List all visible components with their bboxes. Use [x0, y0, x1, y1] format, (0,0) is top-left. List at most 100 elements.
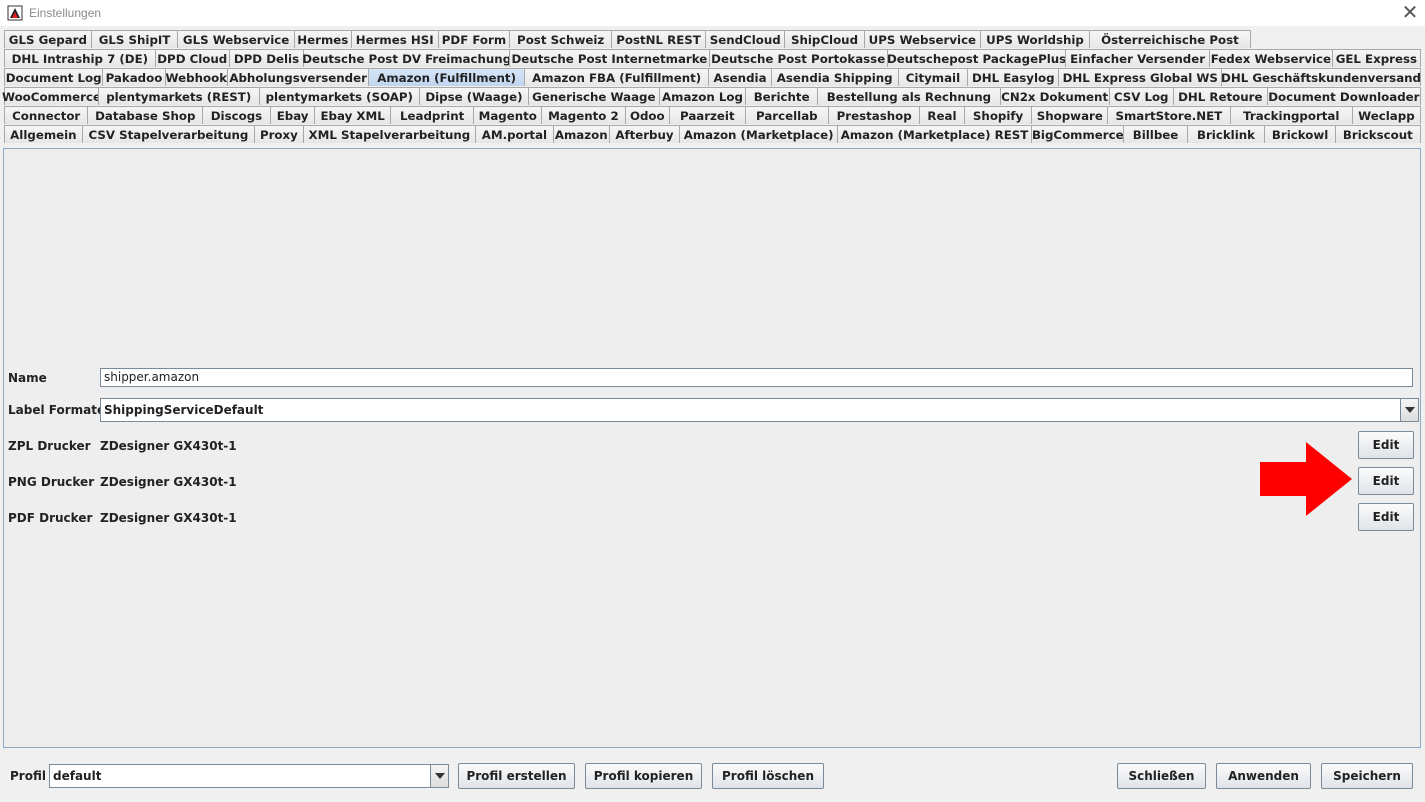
tab-deutsche-post-internetmarke[interactable]: Deutsche Post Internetmarke	[509, 49, 710, 67]
tab-gls-gepard[interactable]: GLS Gepard	[4, 30, 92, 48]
tab-ups-worldship[interactable]: UPS Worldship	[980, 30, 1090, 48]
label-format-select[interactable]: ShippingServiceDefault	[100, 398, 1419, 422]
tab-magento-2[interactable]: Magento 2	[541, 106, 626, 124]
tab-dpd-delis[interactable]: DPD Delis	[228, 49, 305, 67]
name-field[interactable]: shipper.amazon	[100, 368, 1413, 387]
tab-abholungsversender[interactable]: Abholungsversender	[226, 68, 370, 86]
tab-deutsche-post-dv-freimachung[interactable]: Deutsche Post DV Freimachung	[302, 49, 511, 67]
tab-ups-webservice[interactable]: UPS Webservice	[863, 30, 982, 48]
apply-button[interactable]: Anwenden	[1216, 763, 1311, 789]
tab-ebay-xml[interactable]: Ebay XML	[314, 106, 391, 124]
tab-dhl-intraship-7-de[interactable]: DHL Intraship 7 (DE)	[4, 49, 156, 67]
tab-citymail[interactable]: Citymail	[897, 68, 969, 86]
tab-shopify[interactable]: Shopify	[963, 106, 1033, 124]
tab-sendcloud[interactable]: SendCloud	[705, 30, 786, 48]
tab-amazon[interactable]: Amazon	[552, 125, 610, 143]
profil-copy-button[interactable]: Profil kopieren	[585, 763, 702, 789]
tab-amazon-marketplace-rest[interactable]: Amazon (Marketplace) REST	[836, 125, 1033, 143]
tab-brickscout[interactable]: Brickscout	[1334, 125, 1421, 143]
tab-plentymarkets-soap[interactable]: plentymarkets (SOAP)	[258, 87, 421, 105]
tab-berichte[interactable]: Berichte	[745, 87, 818, 105]
tab-dipse-waage[interactable]: Dipse (Waage)	[419, 87, 529, 105]
tab-strip: GLS Gepard GLS ShipIT GLS Webservice Hermes…	[0, 30, 1425, 144]
tab-database-shop[interactable]: Database Shop	[87, 106, 204, 124]
tab-prestashop[interactable]: Prestashop	[828, 106, 921, 124]
tab-csv-log[interactable]: CSV Log	[1108, 87, 1174, 105]
tab-hermes-hsi[interactable]: Hermes HSI	[350, 30, 439, 48]
zpl-edit-button[interactable]: Edit	[1358, 431, 1414, 459]
tab-gel-express[interactable]: GEL Express	[1331, 49, 1421, 67]
tab-einfacher-versender[interactable]: Einfacher Versender	[1065, 49, 1210, 67]
profil-select[interactable]: default	[49, 764, 449, 788]
chevron-down-icon[interactable]	[430, 765, 448, 787]
close-icon[interactable]: ✕	[1399, 2, 1421, 24]
tab-smartstore-net[interactable]: SmartStore.NET	[1107, 106, 1231, 124]
tab-amazon-fulfillment[interactable]: Amazon (Fulfillment)	[368, 68, 525, 86]
tab-weclapp[interactable]: Weclapp	[1352, 106, 1421, 124]
tab-cn2x-dokument[interactable]: CN2x Dokument	[999, 87, 1110, 105]
tab-shipcloud[interactable]: ShipCloud	[784, 30, 865, 48]
tab-bigcommerce[interactable]: BigCommerce	[1031, 125, 1125, 143]
tab-pdf-form[interactable]: PDF Form	[437, 30, 511, 48]
tab-connector[interactable]: Connector	[4, 106, 89, 124]
tab-document-log[interactable]: Document Log	[4, 68, 104, 86]
chevron-down-icon[interactable]	[1400, 399, 1418, 421]
tab-asendia[interactable]: Asendia	[708, 68, 772, 86]
tab-am-portal[interactable]: AM.portal	[475, 125, 554, 143]
tab-dhl-retoure[interactable]: DHL Retoure	[1172, 87, 1268, 105]
zpl-printer-label: ZPL Drucker	[8, 439, 91, 453]
tab-pakadoo[interactable]: Pakadoo	[102, 68, 166, 86]
tab-fedex-webservice[interactable]: Fedex Webservice	[1208, 49, 1333, 67]
tab-generische-waage[interactable]: Generische Waage	[527, 87, 660, 105]
tab-xml-stapelverarbeitung[interactable]: XML Stapelverarbeitung	[302, 125, 477, 143]
pdf-edit-button[interactable]: Edit	[1358, 503, 1414, 531]
tab-ebay[interactable]: Ebay	[269, 106, 316, 124]
tab-deutsche-post-portokasse[interactable]: Deutsche Post Portokasse	[708, 49, 888, 67]
tab-hermes[interactable]: Hermes	[293, 30, 352, 48]
tab-parcellab[interactable]: Parcellab	[744, 106, 830, 124]
tab-amazon-log[interactable]: Amazon Log	[658, 87, 747, 105]
tab-discogs[interactable]: Discogs	[202, 106, 271, 124]
tab-proxy[interactable]: Proxy	[254, 125, 304, 143]
tab-asendia-shipping[interactable]: Asendia Shipping	[770, 68, 899, 86]
tab-deutschepost-packageplus[interactable]: Deutschepost PackagePlus	[886, 49, 1067, 67]
tab-billbee[interactable]: Billbee	[1123, 125, 1188, 143]
tab-brickowl[interactable]: Brickowl	[1264, 125, 1336, 143]
tab-post-schweiz[interactable]: Post Schweiz	[509, 30, 612, 48]
tab-amazon-marketplace[interactable]: Amazon (Marketplace)	[679, 125, 838, 143]
tab-bestellung-als-rechnung[interactable]: Bestellung als Rechnung	[817, 87, 1001, 105]
tab-dpd-cloud[interactable]: DPD Cloud	[154, 49, 230, 67]
tab-dhl-express-global-ws[interactable]: DHL Express Global WS	[1058, 68, 1223, 86]
profil-delete-button[interactable]: Profil löschen	[712, 763, 824, 789]
profil-label: Profil	[10, 769, 46, 783]
close-button[interactable]: Schließen	[1117, 763, 1206, 789]
tab-shopware[interactable]: Shopware	[1031, 106, 1109, 124]
tab-trackingportal[interactable]: Trackingportal	[1229, 106, 1354, 124]
tab-odoo[interactable]: Odoo	[624, 106, 670, 124]
tab-plentymarkets-rest[interactable]: plentymarkets (REST)	[97, 87, 260, 105]
tab-allgemein[interactable]: Allgemein	[4, 125, 83, 143]
tab-amazon-fba-fulfillment[interactable]: Amazon FBA (Fulfillment)	[523, 68, 710, 86]
tab-postnl-rest[interactable]: PostNL REST	[610, 30, 707, 48]
tab-csv-stapelverarbeitung[interactable]: CSV Stapelverarbeitung	[81, 125, 256, 143]
tab-leadprint[interactable]: Leadprint	[389, 106, 475, 124]
tab-woocommerce[interactable]: WooCommerce	[2, 87, 101, 105]
tab-row: Allgemein CSV Stapelverarbeitung Proxy XML …	[4, 125, 1421, 144]
tab-real[interactable]: Real	[919, 106, 965, 124]
tab-bricklink[interactable]: Bricklink	[1186, 125, 1266, 143]
tab-document-downloader[interactable]: Document Downloader	[1266, 87, 1421, 105]
save-button[interactable]: Speichern	[1321, 763, 1413, 789]
tab-webhook[interactable]: Webhook	[164, 68, 228, 86]
tab-row: Connector Database Shop Discogs Ebay Ebay XM…	[4, 106, 1421, 125]
profil-create-button[interactable]: Profil erstellen	[458, 763, 575, 789]
tab-dhl-easylog[interactable]: DHL Easylog	[967, 68, 1060, 86]
tab-afterbuy[interactable]: Afterbuy	[608, 125, 681, 143]
label-format-label: Label Formate	[8, 403, 106, 417]
tab-dhl-geschäftskundenversand[interactable]: DHL Geschäftskundenversand	[1221, 68, 1421, 86]
tab-paarzeit[interactable]: Paarzeit	[668, 106, 746, 124]
png-edit-button[interactable]: Edit	[1358, 467, 1414, 495]
tab-gls-webservice[interactable]: GLS Webservice	[177, 30, 295, 48]
tab-magento[interactable]: Magento	[473, 106, 543, 124]
tab-österreichische-post[interactable]: Österreichische Post	[1089, 30, 1251, 48]
tab-gls-shipit[interactable]: GLS ShipIT	[90, 30, 179, 48]
